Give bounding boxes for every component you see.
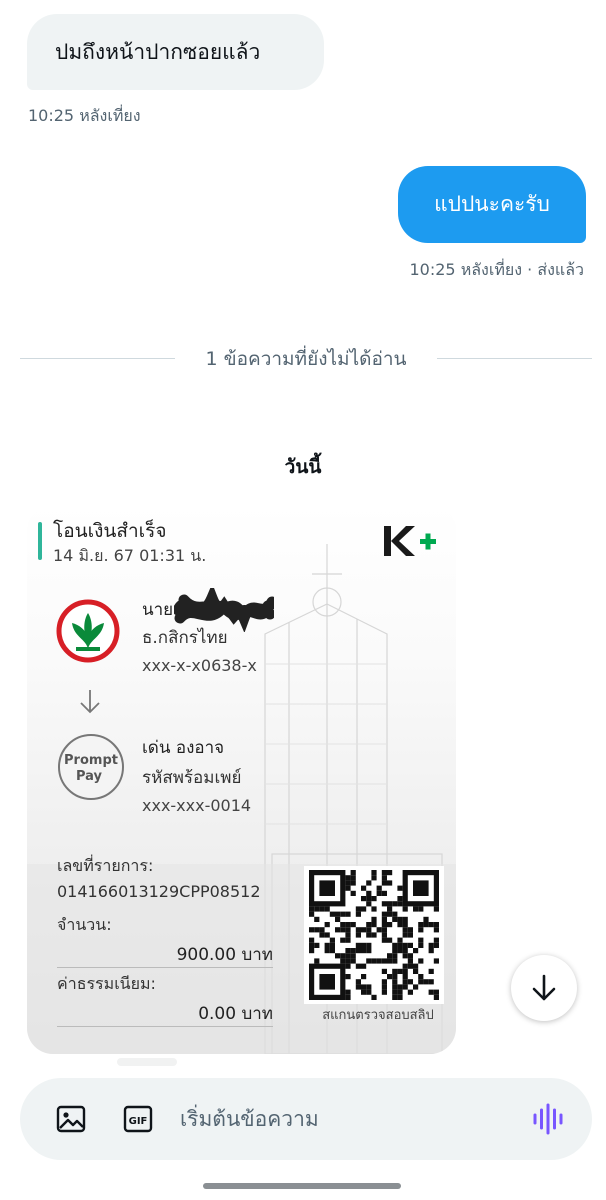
unread-count-label: 1 ข้อความที่ยังไม่ได้อ่าน (205, 348, 407, 370)
amount-value: 900.00 บาท (176, 945, 273, 965)
kplus-logo-icon (384, 526, 436, 556)
incoming-message-bubble[interactable]: ปมถึงหน้าปากซอยแล้ว (27, 14, 324, 90)
unread-divider: 1 ข้อความที่ยังไม่ได้อ่าน (20, 336, 592, 380)
slip-title: โอนเงินสำเร็จ (53, 520, 167, 542)
kasikorn-bank-logo (56, 599, 120, 663)
reference-value: 014166013129CPP08512 (57, 882, 261, 901)
receiver-id-type: รหัสพร้อมเพย์ (142, 768, 242, 788)
home-indicator (203, 1183, 401, 1189)
verification-qr-code (304, 866, 444, 1004)
sender-bank: ธ.กสิกรไทย (142, 628, 228, 648)
amount-rule (57, 967, 273, 968)
transfer-slip-image[interactable]: โอนเงินสำเร็จ 14 มิ.ย. 67 01:31 น. นาย ธ… (27, 504, 456, 1054)
fee-label: ค่าธรรมเนียม: (57, 974, 156, 993)
outgoing-message-status: 10:25 หลังเที่ยง · ส่งแล้ว (409, 260, 585, 279)
image-icon[interactable] (56, 1104, 86, 1134)
qr-caption: สแกนตรวจสอบสลิป (322, 1008, 434, 1023)
outgoing-message-bubble[interactable]: แปปนะคะรับ (398, 166, 586, 243)
receiver-account: xxx-xxx-0014 (142, 796, 252, 815)
sender-account: xxx-x-x0638-x (142, 656, 257, 675)
incoming-message-time: 10:25 หลังเที่ยง (28, 106, 141, 125)
slip-datetime: 14 มิ.ย. 67 01:31 น. (53, 546, 207, 565)
gif-icon[interactable]: GIF (123, 1105, 153, 1133)
promptpay-logo-text-2: Pay (76, 769, 103, 784)
gif-label: GIF (129, 1116, 148, 1127)
message-composer: GIF (20, 1078, 592, 1160)
outgoing-message-text: แปปนะคะรับ (434, 192, 550, 216)
fee-value: 0.00 บาท (198, 1004, 273, 1024)
arrow-down-icon (80, 690, 100, 714)
slip-message-time-partial (117, 1058, 177, 1066)
fee-rule (57, 1026, 273, 1027)
receiver-name: เด่น องอาจ (142, 738, 225, 758)
reference-label: เลขที่รายการ: (57, 856, 154, 875)
voice-icon[interactable] (532, 1102, 564, 1136)
promptpay-logo-text-1: Prompt (64, 753, 118, 768)
slip-accent-bar (38, 522, 42, 560)
promptpay-logo: Prompt Pay (58, 734, 124, 800)
scroll-to-bottom-button[interactable] (511, 955, 577, 1021)
arrow-down-icon (532, 974, 556, 1001)
amount-label: จำนวน: (57, 915, 112, 934)
day-separator: วันนี้ (284, 456, 322, 478)
message-input[interactable] (180, 1098, 510, 1140)
incoming-message-text: ปมถึงหน้าปากซอยแล้ว (55, 40, 261, 64)
divider-line-right (437, 358, 592, 359)
